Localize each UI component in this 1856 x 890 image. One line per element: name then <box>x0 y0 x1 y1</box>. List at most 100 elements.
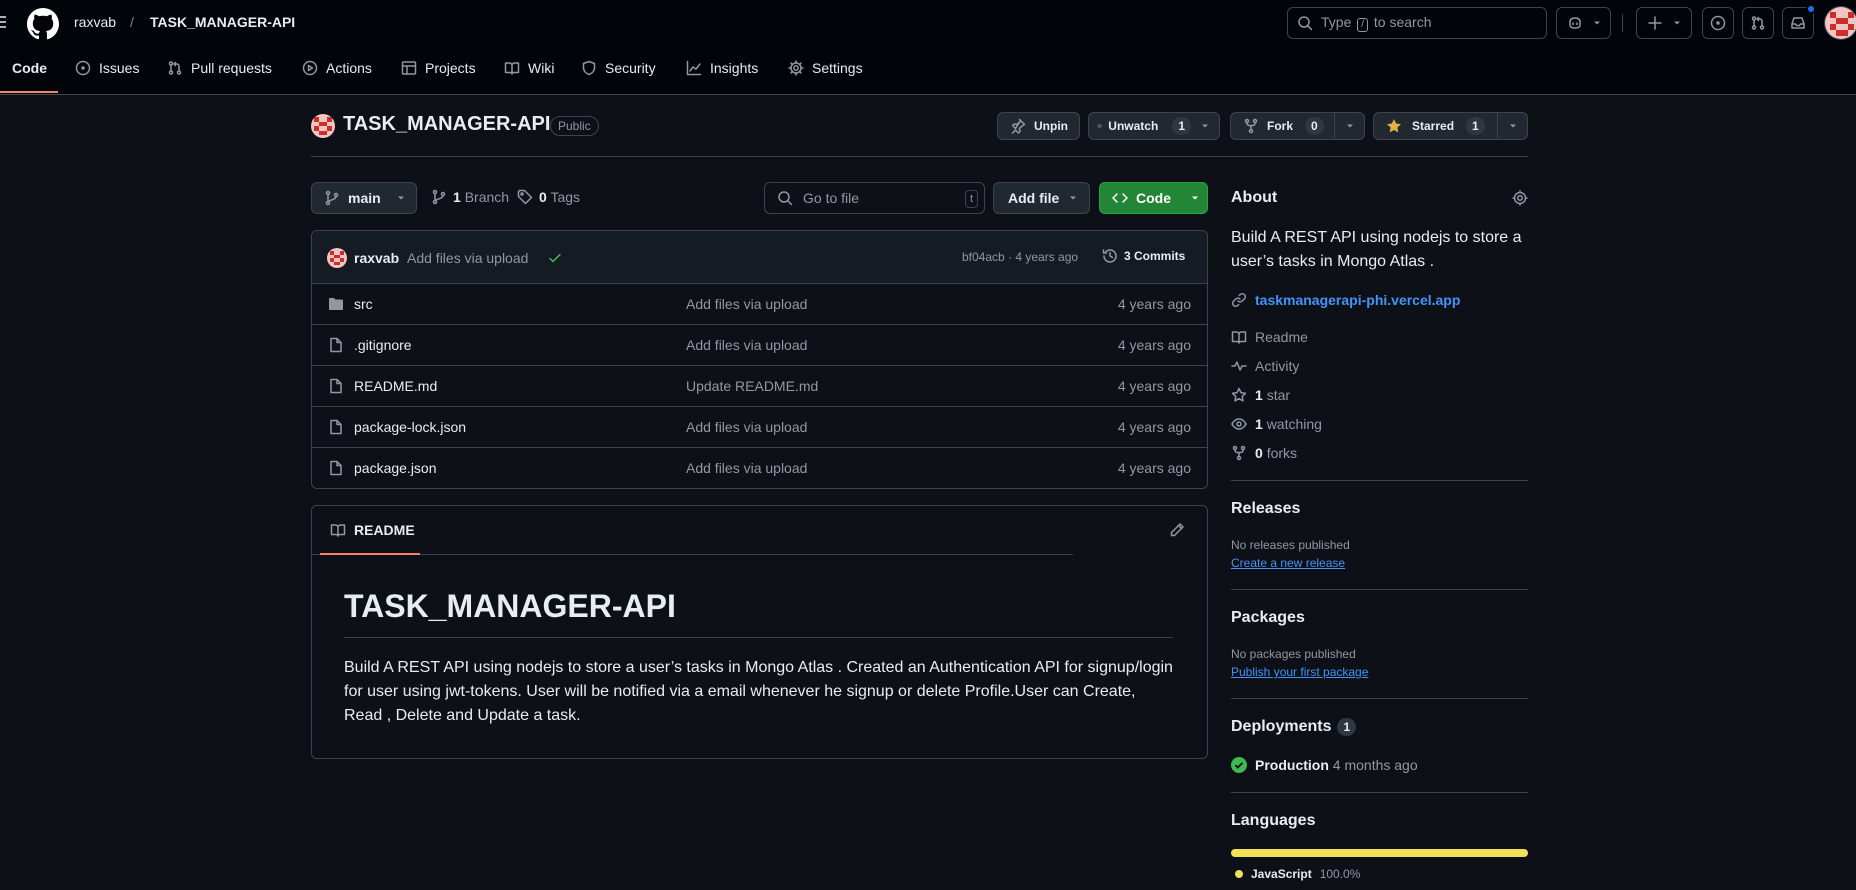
readme-body: Build A REST API using nodejs to store a… <box>344 659 1173 724</box>
readme-heading: TASK_MANAGER-API <box>344 588 676 624</box>
homepage-link-text: taskmanagerapi-phi.vercel.app <box>1255 292 1461 308</box>
tab-actions[interactable]: Actions <box>302 60 372 76</box>
breadcrumb-owner[interactable]: raxvab <box>74 14 116 30</box>
tab-wiki[interactable]: Wiki <box>504 60 554 76</box>
homepage-link[interactable]: taskmanagerapi-phi.vercel.app <box>1231 292 1460 308</box>
watchers-link[interactable]: 1 watching <box>1231 416 1322 432</box>
tab-issues[interactable]: Issues <box>75 60 139 76</box>
tab-projects[interactable]: Projects <box>401 60 476 76</box>
tags-link[interactable]: 0 Tags <box>517 189 580 205</box>
your-issues-button[interactable] <box>1702 7 1734 39</box>
commits-link[interactable]: 3 Commits <box>1102 248 1185 264</box>
deployment-production[interactable]: Production 4 months ago <box>1231 757 1418 773</box>
go-to-file-input[interactable]: Go to file t <box>764 182 985 214</box>
create-release-link[interactable]: Create a new release <box>1231 556 1345 570</box>
file-commit-message[interactable]: Add files via upload <box>686 419 807 435</box>
forks-count: 0 <box>1255 445 1263 461</box>
deployment-time: 4 months ago <box>1332 757 1418 773</box>
activity-link[interactable]: Activity <box>1231 358 1299 374</box>
language-percent: 100.0% <box>1319 867 1361 881</box>
fork-main[interactable]: Fork 0 <box>1231 117 1334 135</box>
breadcrumb-separator: / <box>130 14 134 30</box>
search-input[interactable]: Type / to search <box>1287 7 1547 39</box>
global-header: raxvab / TASK_MANAGER-API Type / to sear… <box>0 0 1856 46</box>
tab-settings[interactable]: Settings <box>788 60 863 76</box>
file-icon <box>328 337 344 353</box>
pencil-icon[interactable] <box>1169 522 1185 538</box>
releases-heading[interactable]: Releases <box>1231 500 1300 518</box>
unwatch-button[interactable]: Unwatch 1 <box>1088 112 1220 140</box>
file-commit-message[interactable]: Add files via upload <box>686 460 807 476</box>
check-icon[interactable] <box>547 250 563 266</box>
gear-icon[interactable] <box>1512 190 1528 206</box>
tab-security[interactable]: Security <box>581 60 656 76</box>
language-item[interactable]: JavaScript 100.0% <box>1235 867 1360 881</box>
about-heading: About <box>1231 189 1278 206</box>
deployments-heading-row[interactable]: Deployments 1 <box>1231 718 1357 736</box>
play-icon <box>302 60 318 76</box>
copilot-button[interactable] <box>1556 7 1611 39</box>
file-icon <box>328 419 344 435</box>
file-commit-message[interactable]: Add files via upload <box>686 296 807 312</box>
file-row-src[interactable]: src Add files via upload 4 years ago <box>312 284 1207 325</box>
file-commit-message[interactable]: Update README.md <box>686 378 818 394</box>
tab-issues-label: Issues <box>99 60 140 76</box>
commit-message[interactable]: Add files via upload <box>407 250 528 266</box>
repo-title[interactable]: TASK_MANAGER-API <box>343 113 550 136</box>
fork-dropdown[interactable] <box>1334 113 1364 139</box>
git-branch-icon <box>432 189 446 205</box>
packages-heading[interactable]: Packages <box>1231 609 1305 627</box>
fork-button[interactable]: Fork 0 <box>1230 112 1365 140</box>
plus-icon <box>1648 16 1662 30</box>
tab-pull-requests[interactable]: Pull requests <box>167 60 272 76</box>
star-dropdown[interactable] <box>1497 113 1527 139</box>
readme-tab[interactable]: README <box>330 522 415 538</box>
file-row-gitignore[interactable]: .gitignore Add files via upload 4 years … <box>312 325 1207 366</box>
stars-link[interactable]: 1 star <box>1231 387 1290 403</box>
file-date: 4 years ago <box>1117 337 1191 353</box>
branch-select-button[interactable]: main <box>311 182 417 214</box>
branches-link[interactable]: 1 Branch <box>431 189 509 205</box>
star-main[interactable]: Starred 1 <box>1374 117 1497 135</box>
file-name[interactable]: package.json <box>354 460 437 476</box>
unwatch-main[interactable]: Unwatch 1 <box>1089 117 1191 135</box>
commit-hash-time[interactable]: bf04acb · 4 years ago <box>962 250 1078 264</box>
issue-opened-icon <box>75 60 91 76</box>
your-pull-requests-button[interactable] <box>1742 7 1774 39</box>
star-fill-icon <box>1387 119 1401 133</box>
branch-count-label: Branch <box>464 189 510 205</box>
readme-link[interactable]: Readme <box>1231 329 1308 345</box>
file-commit-message[interactable]: Add files via upload <box>686 337 807 353</box>
user-avatar[interactable] <box>1824 6 1856 40</box>
repo-owner-avatar[interactable] <box>311 114 335 138</box>
create-new-button[interactable] <box>1636 7 1692 39</box>
unwatch-label: Unwatch <box>1108 119 1159 133</box>
publish-package-link[interactable]: Publish your first package <box>1231 665 1368 679</box>
folder-icon <box>328 296 344 312</box>
shield-icon <box>582 60 596 76</box>
file-name[interactable]: README.md <box>354 378 437 394</box>
history-icon <box>1102 249 1117 263</box>
menu-icon[interactable] <box>0 14 8 30</box>
file-name[interactable]: package-lock.json <box>354 419 466 435</box>
code-button[interactable]: Code <box>1099 182 1208 214</box>
github-logo-icon[interactable] <box>27 8 59 40</box>
breadcrumb-repo[interactable]: TASK_MANAGER-API <box>150 14 295 30</box>
forks-link[interactable]: 0 forks <box>1231 445 1297 461</box>
file-row-package[interactable]: package.json Add files via upload 4 year… <box>312 448 1207 488</box>
add-file-label: Add file <box>1008 190 1060 206</box>
tab-insights[interactable]: Insights <box>686 60 758 76</box>
file-name[interactable]: .gitignore <box>354 337 412 353</box>
fork-label: Fork <box>1267 119 1294 133</box>
star-button[interactable]: Starred 1 <box>1373 112 1528 140</box>
tab-code[interactable]: Code <box>0 60 47 76</box>
file-row-readme[interactable]: README.md Update README.md 4 years ago <box>312 366 1207 407</box>
add-file-button[interactable]: Add file <box>993 182 1090 214</box>
commit-author-avatar[interactable] <box>327 248 347 268</box>
readme-link-label: Readme <box>1255 329 1308 345</box>
file-row-package-lock[interactable]: package-lock.json Add files via upload 4… <box>312 407 1207 448</box>
unwatch-dropdown[interactable] <box>1191 113 1219 139</box>
file-name[interactable]: src <box>354 296 373 312</box>
commit-author[interactable]: raxvab <box>354 250 399 266</box>
unpin-button[interactable]: Unpin <box>997 112 1080 140</box>
